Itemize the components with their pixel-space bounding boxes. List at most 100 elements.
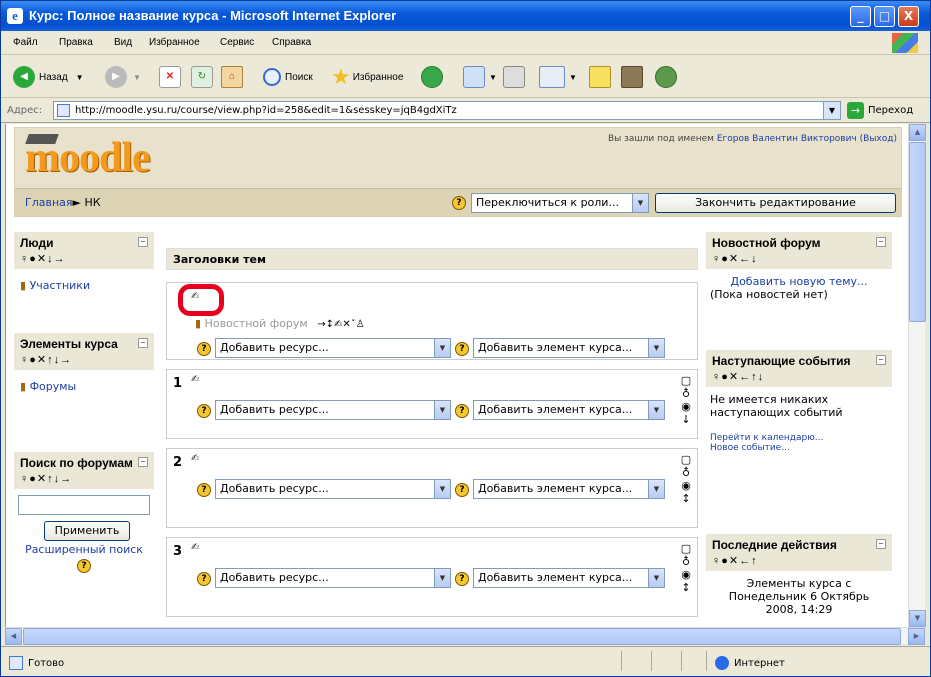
favorites-button[interactable]: ★ Избранное xyxy=(331,64,404,89)
title-bar[interactable]: e Курс: Полное название курса - Microsof… xyxy=(1,1,930,31)
history-button[interactable] xyxy=(421,65,443,89)
address-input[interactable]: http://moodle.ysu.ru/course/view.php?id=… xyxy=(53,101,841,120)
help-icon[interactable]: ? xyxy=(455,342,469,356)
print-button[interactable] xyxy=(503,65,525,89)
help-icon[interactable]: ? xyxy=(455,404,469,418)
news-forum-link[interactable]: Новостной форум xyxy=(205,317,308,330)
help-icon[interactable]: ? xyxy=(455,572,469,586)
scroll-right-icon[interactable]: ▶ xyxy=(908,628,925,645)
help-icon[interactable]: ? xyxy=(455,483,469,497)
scroll-thumb[interactable] xyxy=(23,628,901,645)
menu-help[interactable]: Справка xyxy=(272,37,311,48)
add-resource-select[interactable]: Добавить ресурс... ▼ xyxy=(215,568,451,588)
activity-controls-icon[interactable]: →↕✍✕ˇ♙ xyxy=(317,319,364,330)
menu-edit[interactable]: Правка xyxy=(59,37,93,48)
edit-summary-icon[interactable]: ✍ xyxy=(191,453,199,464)
menu-favorites[interactable]: Избранное xyxy=(149,37,200,48)
bulb-icon[interactable]: ♁ xyxy=(679,555,693,568)
collapse-icon[interactable]: – xyxy=(138,338,148,348)
scroll-up-icon[interactable]: ▲ xyxy=(909,124,926,141)
forum-search-input[interactable] xyxy=(18,495,150,515)
eye-icon[interactable]: ◉ xyxy=(679,479,693,492)
horizontal-scrollbar[interactable]: ◀ ▶ xyxy=(5,627,925,645)
no-news-text: (Пока новостей нет) xyxy=(710,288,828,301)
collapse-icon[interactable]: – xyxy=(138,237,148,247)
favorites-label: Избранное xyxy=(352,71,404,83)
add-resource-select[interactable]: Добавить ресурс... ▼ xyxy=(215,338,451,358)
breadcrumb-home[interactable]: Главная xyxy=(25,196,73,209)
minimize-button[interactable]: _ xyxy=(850,6,871,27)
edit-summary-icon[interactable]: ✍ xyxy=(191,542,199,553)
help-icon[interactable]: ? xyxy=(77,559,91,573)
highlight-icon[interactable]: ▢ xyxy=(679,374,693,387)
edit-button[interactable]: ▼ xyxy=(539,65,577,89)
calendar-link[interactable]: Перейти к календарю... xyxy=(710,433,888,443)
maximize-button[interactable]: □ xyxy=(874,6,895,27)
add-activity-select[interactable]: Добавить элемент курса... ▼ xyxy=(473,568,665,588)
logout-link[interactable]: (Выход) xyxy=(860,134,897,144)
forward-button[interactable]: ▶ ▼ xyxy=(105,65,141,89)
move-updown-icon[interactable]: ↕ xyxy=(679,581,693,594)
moodle-logo[interactable]: moodle xyxy=(25,134,151,182)
help-icon[interactable]: ? xyxy=(197,572,211,586)
menu-file[interactable]: Файл xyxy=(13,37,38,48)
collapse-icon[interactable]: – xyxy=(876,539,886,549)
add-resource-select[interactable]: Добавить ресурс... ▼ xyxy=(215,479,451,499)
edit-page-icon xyxy=(539,66,565,88)
collapse-icon[interactable]: – xyxy=(876,355,886,365)
block-controls-icon[interactable]: ♀●✕←↑↓ xyxy=(712,370,886,383)
apply-button[interactable]: Применить xyxy=(44,521,130,541)
add-activity-select[interactable]: Добавить элемент курса... ▼ xyxy=(473,479,665,499)
discuss-button[interactable] xyxy=(589,65,611,89)
block-controls-icon[interactable]: ♀●✕↑↓→ xyxy=(20,472,148,485)
refresh-button[interactable]: ↻ xyxy=(191,65,213,89)
add-topic-link[interactable]: Добавить новую тему... xyxy=(710,275,888,288)
add-activity-select[interactable]: Добавить элемент курса... ▼ xyxy=(473,338,665,358)
block-controls-icon[interactable]: ♀●✕←↓ xyxy=(712,252,886,265)
research-button[interactable] xyxy=(621,65,643,89)
chevron-down-icon[interactable]: ▼ xyxy=(823,102,840,119)
back-button[interactable]: ◀ Назад ▼ xyxy=(13,65,84,89)
forums-link[interactable]: Форумы xyxy=(30,380,77,393)
edit-summary-icon[interactable]: ✍ xyxy=(191,374,199,385)
close-button[interactable]: X xyxy=(898,6,919,27)
eye-icon[interactable]: ◉ xyxy=(679,568,693,581)
new-event-link[interactable]: Новое событие... xyxy=(710,443,888,453)
collapse-icon[interactable]: – xyxy=(138,457,148,467)
help-icon[interactable]: ? xyxy=(197,483,211,497)
add-activity-select[interactable]: Добавить элемент курса... ▼ xyxy=(473,400,665,420)
bulb-icon[interactable]: ♁ xyxy=(679,387,693,400)
stop-button[interactable]: ✕ xyxy=(159,65,181,89)
block-controls-icon[interactable]: ♀●✕↑↓→ xyxy=(20,353,148,366)
scroll-down-icon[interactable]: ▼ xyxy=(909,610,926,627)
vertical-scrollbar[interactable]: ▲ ▼ xyxy=(908,124,926,627)
move-down-icon[interactable]: ↓ xyxy=(679,413,693,426)
menu-view[interactable]: Вид xyxy=(114,37,132,48)
move-updown-icon[interactable]: ↕ xyxy=(679,492,693,505)
block-controls-icon[interactable]: ♀●✕←↑ xyxy=(712,554,886,567)
scroll-left-icon[interactable]: ◀ xyxy=(5,628,22,645)
role-switch-select[interactable]: Переключиться к роли... ▼ xyxy=(471,193,649,213)
block-content: Добавить новую тему... (Пока новостей не… xyxy=(706,269,892,307)
highlight-icon[interactable]: ▢ xyxy=(679,542,693,555)
help-icon[interactable]: ? xyxy=(452,196,466,210)
block-controls-icon[interactable]: ♀●✕↓→ xyxy=(20,252,148,265)
eye-icon[interactable]: ◉ xyxy=(679,400,693,413)
search-button[interactable]: Поиск xyxy=(263,65,313,89)
highlight-icon[interactable]: ▢ xyxy=(679,453,693,466)
menu-tools[interactable]: Сервис xyxy=(220,37,254,48)
user-link[interactable]: Егоров Валентин Викторович xyxy=(717,134,857,144)
home-button[interactable]: ⌂ xyxy=(221,65,243,89)
bulb-icon[interactable]: ♁ xyxy=(679,466,693,479)
help-icon[interactable]: ? xyxy=(197,342,211,356)
end-edit-button[interactable]: Закончить редактирование xyxy=(655,193,896,213)
collapse-icon[interactable]: – xyxy=(876,237,886,247)
help-icon[interactable]: ? xyxy=(197,404,211,418)
advanced-search-link[interactable]: Расширенный поиск xyxy=(18,543,150,556)
messenger-button[interactable] xyxy=(655,65,677,89)
go-button[interactable]: → Переход xyxy=(847,102,913,119)
participants-link[interactable]: Участники xyxy=(30,279,91,292)
mail-button[interactable]: ▼ xyxy=(463,65,497,89)
scroll-thumb[interactable] xyxy=(909,142,926,322)
add-resource-select[interactable]: Добавить ресурс... ▼ xyxy=(215,400,451,420)
